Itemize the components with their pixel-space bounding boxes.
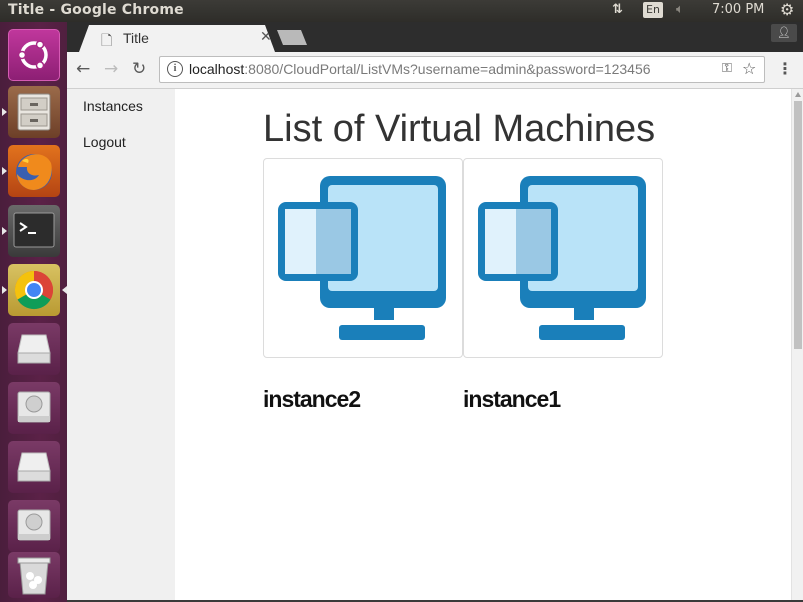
scroll-up-arrow-icon[interactable] (795, 92, 801, 97)
tab-title: Title (123, 30, 149, 46)
drive-graphic (17, 334, 51, 364)
drive-icon[interactable] (8, 441, 60, 493)
vm-name-instance1[interactable]: instance1 (463, 386, 561, 413)
hard-disk-icon[interactable] (8, 500, 60, 552)
chrome-icon[interactable] (8, 264, 60, 316)
firefox-graphic (16, 154, 52, 190)
nav-link-instances[interactable]: Instances (83, 98, 143, 114)
hard-disk-graphic (17, 391, 51, 423)
launcher (0, 22, 68, 602)
browser-window: 🗋 Title ✕ 👤︎ ← → ↻ i localhost:8080/Clou… (67, 22, 803, 602)
close-icon[interactable]: ✕ (260, 29, 272, 45)
hard-disk-icon[interactable] (8, 382, 60, 434)
address-bar[interactable]: i localhost:8080/CloudPortal/ListVMs?use… (159, 56, 765, 83)
running-indicator (2, 167, 7, 175)
browser-toolbar: ← → ↻ i localhost:8080/CloudPortal/ListV… (67, 52, 803, 89)
new-tab-button[interactable] (277, 30, 307, 45)
scrollbar-thumb[interactable] (794, 101, 802, 349)
tab-active[interactable]: 🗋 Title ✕ (79, 25, 275, 52)
ubuntu-logo-graphic (17, 40, 48, 70)
file-cabinet-graphic (17, 93, 51, 131)
drive-graphic (17, 452, 51, 482)
terminal-icon[interactable] (8, 205, 60, 257)
info-icon[interactable]: i (167, 61, 183, 77)
firefox-icon[interactable] (8, 145, 60, 197)
nav-link-logout[interactable]: Logout (83, 134, 126, 150)
chrome-graphic (14, 270, 54, 310)
page-viewport: Instances Logout List of Virtual Machine… (67, 89, 791, 600)
keyboard-layout-indicator[interactable]: En (643, 2, 663, 18)
trash-graphic (17, 557, 51, 595)
network-icon[interactable]: ⇅ (612, 2, 623, 17)
running-indicator (2, 108, 7, 116)
running-indicator (2, 286, 7, 294)
trash-icon[interactable] (8, 552, 60, 598)
file-cabinet-icon[interactable] (8, 86, 60, 138)
vm-card-instance1[interactable] (463, 158, 663, 358)
page-sidebar: Instances Logout (67, 89, 175, 600)
vm-name-instance2[interactable]: instance2 (263, 386, 361, 413)
url-host: localhost (189, 61, 245, 77)
document-icon: 🗋 (101, 33, 113, 49)
window-title: Title - Google Chrome (8, 2, 184, 18)
key-icon[interactable]: ⚿ (722, 61, 732, 76)
tab-strip: 🗋 Title ✕ 👤︎ (67, 22, 803, 52)
bookmark-star-icon[interactable]: ☆ (742, 59, 756, 78)
page-title: List of Virtual Machines (263, 108, 656, 150)
speaker-muted-icon[interactable]: 🔈︎ (676, 2, 684, 17)
gear-icon[interactable]: ⚙ (780, 0, 794, 19)
ubuntu-logo-icon[interactable] (8, 29, 60, 81)
back-arrow-icon[interactable]: ← (76, 59, 90, 79)
clock[interactable]: 7:00 PM (712, 2, 764, 17)
menu-dots-icon[interactable]: ⋮ (777, 59, 793, 78)
vm-card-instance2[interactable] (263, 158, 463, 358)
vertical-scrollbar[interactable] (791, 89, 803, 600)
virtual-machine-icon (478, 176, 646, 340)
url-path: :8080/CloudPortal/ListVMs?username=admin… (244, 61, 651, 77)
virtual-machine-icon (278, 176, 446, 340)
hard-disk-graphic (17, 509, 51, 541)
system-top-panel: Title - Google Chrome ⇅ En 🔈︎ 7:00 PM ⚙ (0, 0, 803, 22)
reload-icon[interactable]: ↻ (132, 59, 146, 79)
forward-arrow-icon[interactable]: → (104, 59, 118, 79)
drive-icon[interactable] (8, 323, 60, 375)
terminal-graphic (13, 212, 55, 248)
profile-icon[interactable]: 👤︎ (771, 24, 797, 42)
url-text[interactable]: localhost:8080/CloudPortal/ListVMs?usern… (189, 61, 651, 77)
running-indicator (2, 227, 7, 235)
